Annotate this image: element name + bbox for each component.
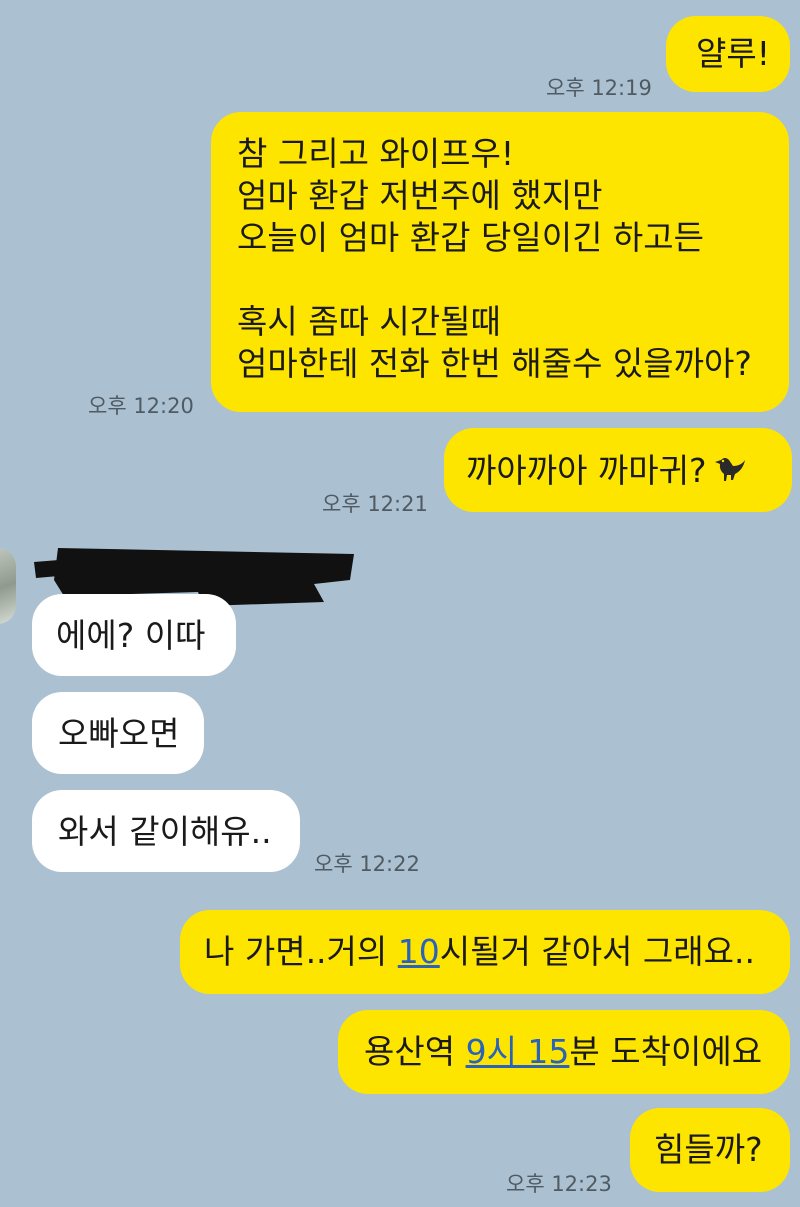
crow-icon — [711, 450, 747, 495]
message-text: 힘들까? — [654, 1130, 763, 1169]
outgoing-message-bubble[interactable]: 나 가면..거의 10시될거 같아서 그래요.. — [180, 910, 790, 994]
message-text: 분 도착이에요 — [569, 1032, 763, 1071]
outgoing-message-bubble[interactable]: 힘들까? — [630, 1108, 790, 1192]
message-text: 오빠오면 — [58, 714, 180, 753]
time-link[interactable]: 9시 15 — [466, 1032, 570, 1071]
message-timestamp: 오후 12:19 — [546, 76, 652, 100]
message-text: 나 가면..거의 — [204, 932, 398, 971]
message-text: 얄루! — [696, 34, 770, 73]
message-text: 와서 같이해유.. — [58, 812, 272, 851]
message-timestamp: 오후 12:23 — [506, 1172, 612, 1196]
sender-avatar[interactable] — [0, 548, 16, 624]
message-line: 참 그리고 와이프우! — [237, 134, 515, 173]
message-timestamp: 오후 12:22 — [314, 852, 420, 876]
message-line: 엄마한테 전화 한번 해줄수 있을까아? — [237, 344, 752, 383]
message-line: 오늘이 엄마 환갑 당일이긴 하고든 — [237, 218, 704, 257]
message-line: 혹시 좀따 시간될때 — [237, 302, 501, 341]
chat-screen: { "messages": [ {"id": "m1", "text": "얄루… — [0, 0, 800, 1207]
message-timestamp: 오후 12:21 — [322, 492, 428, 516]
message-line — [237, 260, 789, 302]
incoming-message-bubble[interactable]: 오빠오면 — [32, 692, 204, 774]
message-timestamp: 오후 12:20 — [88, 394, 194, 418]
message-text: 시될거 같아서 그래요.. — [439, 932, 755, 971]
outgoing-message-bubble[interactable]: 얄루! — [666, 16, 790, 92]
incoming-message-bubble[interactable]: 와서 같이해유.. — [32, 790, 300, 872]
time-link[interactable]: 10 — [398, 932, 440, 971]
message-text: 에에? 이따 — [56, 616, 206, 655]
message-text: 까아까아 까마귀? — [466, 451, 707, 490]
incoming-message-bubble[interactable]: 에에? 이따 — [32, 594, 236, 676]
outgoing-message-bubble[interactable]: 참 그리고 와이프우! 엄마 환갑 저번주에 했지만 오늘이 엄마 환갑 당일이… — [211, 112, 789, 412]
outgoing-message-bubble[interactable]: 까아까아 까마귀? — [444, 428, 792, 512]
message-line: 엄마 환갑 저번주에 했지만 — [237, 176, 603, 215]
outgoing-message-bubble[interactable]: 용산역 9시 15분 도착이에요 — [338, 1010, 790, 1094]
message-text: 용산역 — [364, 1032, 466, 1071]
